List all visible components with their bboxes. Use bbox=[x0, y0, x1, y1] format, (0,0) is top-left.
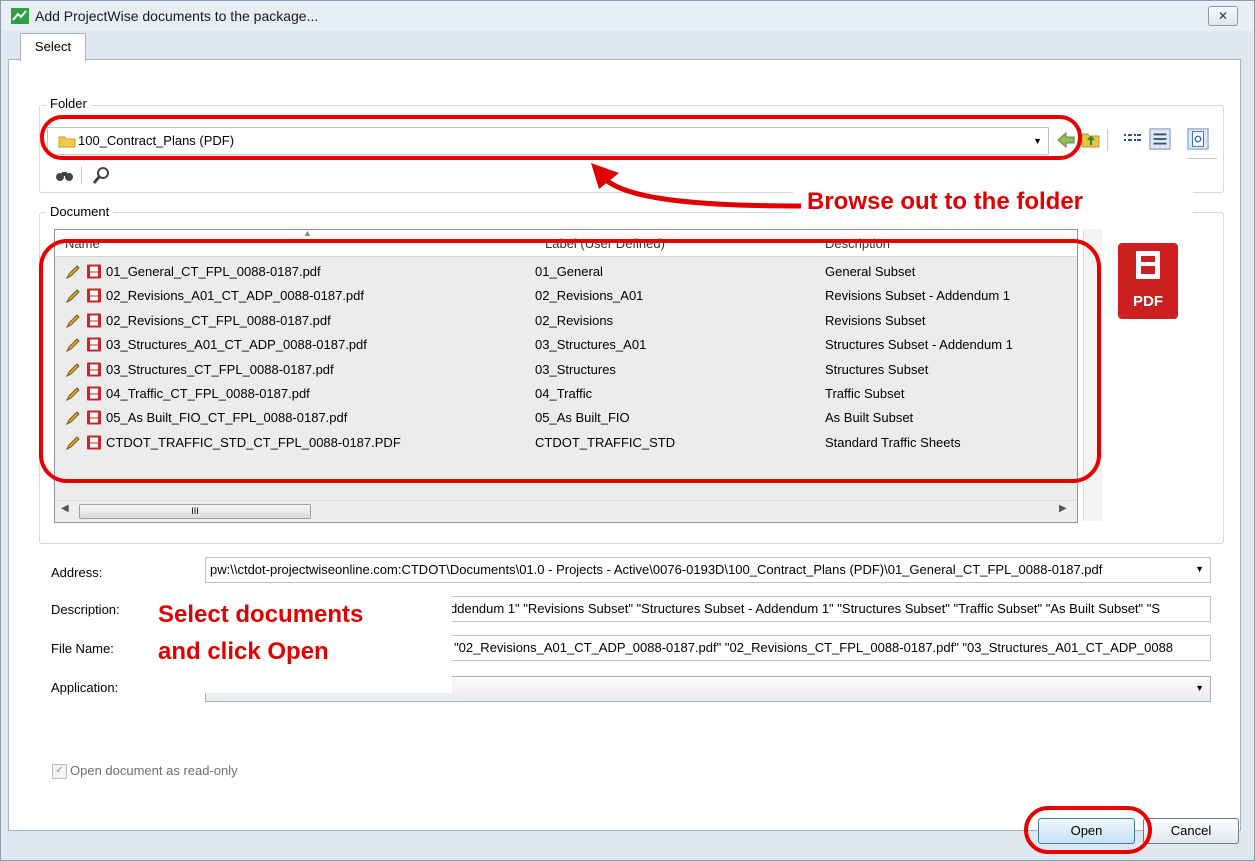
chevron-down-icon[interactable]: ▼ bbox=[1195, 683, 1204, 693]
description-value: ddendum 1" "Revisions Subset" "Structure… bbox=[450, 601, 1161, 616]
pdf-badge: PDF bbox=[1118, 243, 1178, 319]
binoculars-icon[interactable] bbox=[54, 164, 76, 186]
preview-pane-icon[interactable] bbox=[1187, 128, 1209, 150]
readonly-label: Open document as read-only bbox=[70, 763, 238, 778]
scroll-thumb[interactable]: III bbox=[79, 504, 311, 519]
highlight-folder-oval bbox=[40, 115, 1082, 160]
tab-select[interactable]: Select bbox=[20, 33, 86, 61]
annotation-browse: Browse out to the folder bbox=[807, 188, 1083, 215]
folder-up-icon[interactable] bbox=[1080, 128, 1102, 150]
close-button[interactable]: ✕ bbox=[1208, 6, 1238, 26]
highlight-open-oval bbox=[1024, 806, 1152, 854]
highlight-list-oval bbox=[39, 239, 1101, 483]
close-icon: ✕ bbox=[1217, 9, 1229, 23]
title-bar: Add ProjectWise documents to the package… bbox=[1, 1, 1254, 31]
scroll-right-icon[interactable]: ▶ bbox=[1059, 503, 1067, 514]
toolbar-separator bbox=[81, 166, 82, 184]
annotation-arrow bbox=[591, 163, 802, 209]
address-field[interactable]: pw:\\ctdot-projectwiseonline.com:CTDOT\D… bbox=[205, 557, 1211, 583]
description-label: Description: bbox=[51, 602, 120, 617]
application-label: Application: bbox=[51, 680, 119, 695]
cancel-button[interactable]: Cancel bbox=[1143, 818, 1239, 844]
folder-group-label: Folder bbox=[46, 96, 91, 111]
details-view-icon[interactable] bbox=[1149, 128, 1171, 150]
annotation-select-line2: and click Open bbox=[158, 638, 329, 665]
window-title: Add ProjectWise documents to the package… bbox=[35, 8, 319, 24]
filename-label: File Name: bbox=[51, 641, 114, 656]
address-value: pw:\\ctdot-projectwiseonline.com:CTDOT\D… bbox=[210, 562, 1103, 577]
pdf-badge-text: PDF bbox=[1133, 293, 1163, 310]
document-group-label: Document bbox=[46, 204, 114, 219]
horizontal-scrollbar[interactable]: ◀ III ▶ bbox=[55, 500, 1077, 521]
scroll-grip: III bbox=[191, 506, 199, 516]
dialog-window: Add ProjectWise documents to the package… bbox=[0, 0, 1255, 861]
annotation-select-line1: Select documents bbox=[158, 601, 364, 628]
sort-ascending-icon: ▲ bbox=[303, 228, 312, 238]
toolbar-separator bbox=[1107, 129, 1108, 151]
filename-value: "02_Revisions_A01_CT_ADP_0088-0187.pdf" … bbox=[454, 640, 1174, 655]
advanced-search-icon[interactable] bbox=[91, 164, 113, 186]
address-label: Address: bbox=[51, 565, 103, 580]
scroll-left-icon[interactable]: ◀ bbox=[61, 503, 69, 514]
divider bbox=[1187, 158, 1217, 159]
readonly-checkbox[interactable]: ✓ bbox=[52, 764, 67, 779]
pdf-icon bbox=[1136, 251, 1160, 279]
list-view-icon[interactable] bbox=[1121, 129, 1143, 151]
app-icon bbox=[11, 8, 29, 24]
chevron-down-icon[interactable]: ▼ bbox=[1195, 564, 1204, 574]
